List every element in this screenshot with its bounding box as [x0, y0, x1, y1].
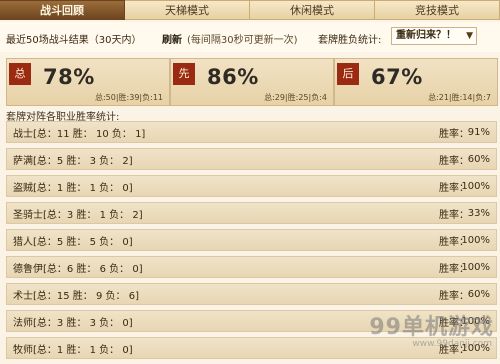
rate-value: 60%	[467, 288, 490, 300]
list-item: 术士[总：15 胜： 9 负： 6] 胜率： 60%	[6, 283, 497, 305]
class-record: 牧师[总：1 胜： 1 负： 0]	[13, 344, 133, 356]
tab-casual-mode[interactable]: 休闲模式	[250, 0, 375, 20]
class-record: 萨满[总：5 胜： 3 负： 2]	[13, 155, 133, 167]
list-item: 盗贼[总：1 胜： 1 负： 0] 胜率： 100%	[6, 175, 497, 197]
rate-label: 胜率：	[439, 290, 469, 302]
refresh-note: (每间隔30秒可更新一次)	[187, 35, 298, 46]
class-record: 德鲁伊[总：6 胜： 6 负： 0]	[13, 263, 143, 275]
rate-value: 100%	[461, 342, 490, 354]
class-record: 圣骑士[总：3 胜： 1 负： 2]	[13, 209, 143, 221]
list-item: 萨满[总：5 胜： 3 负： 2] 胜率： 60%	[6, 148, 497, 170]
class-record: 术士[总：15 胜： 9 负： 6]	[13, 290, 139, 302]
record-first: 总:29|胜:25|负:4	[264, 93, 327, 102]
rate-value: 33%	[467, 207, 490, 219]
deck-select-value: 重新归来？！	[396, 30, 456, 41]
class-record: 盗贼[总：1 胜： 1 负： 0]	[13, 182, 133, 194]
tab-battle-review[interactable]: 战斗回顾	[0, 0, 125, 20]
list-item: 战士[总：11 胜： 10 负： 1] 胜率： 91%	[6, 121, 497, 143]
win-rate-total: 78%	[43, 65, 95, 89]
filter-bar: 最近50场战斗结果（30天内） 刷新 (每间隔30秒可更新一次) 套牌胜负统计:…	[0, 22, 500, 52]
rate-label: 胜率：	[439, 128, 469, 140]
win-rate-first: 86%	[207, 65, 259, 89]
class-record: 法师[总：3 胜： 3 负： 0]	[13, 317, 133, 329]
badge-first: 先	[173, 63, 195, 85]
rate-value: 100%	[461, 180, 490, 192]
badge-second: 后	[337, 63, 359, 85]
class-record: 战士[总：11 胜： 10 负： 1]	[13, 128, 146, 140]
rate-label: 胜率：	[439, 155, 469, 167]
record-second: 总:21|胜:14|负:7	[428, 93, 491, 102]
list-item: 牧师[总：1 胜： 1 负： 0] 胜率： 100%	[6, 337, 497, 359]
rate-value: 60%	[467, 153, 490, 165]
class-winrate-list: 战士[总：11 胜： 10 负： 1] 胜率： 91% 萨满[总：5 胜： 3 …	[6, 121, 497, 364]
rate-value: 100%	[461, 261, 490, 273]
rate-label: 胜率：	[439, 209, 469, 221]
rate-value: 100%	[461, 234, 490, 246]
rate-value: 91%	[467, 126, 490, 138]
list-item: 圣骑士[总：3 胜： 1 负： 2] 胜率： 33%	[6, 202, 497, 224]
class-record: 猎人[总：5 胜： 5 负： 0]	[13, 236, 133, 248]
mode-tabs: 战斗回顾 天梯模式 休闲模式 竞技模式	[0, 0, 500, 22]
card-first: 先 86% 总:29|胜:25|负:4	[170, 58, 334, 106]
record-total: 总:50|胜:39|负:11	[94, 93, 163, 102]
deck-stat-label: 套牌胜负统计:	[318, 35, 382, 46]
list-item: 法师[总：3 胜： 3 负： 0] 胜率： 100%	[6, 310, 497, 332]
win-rate-second: 67%	[371, 65, 423, 89]
tab-arena-mode[interactable]: 竞技模式	[375, 0, 500, 20]
recent-results-label: 最近50场战斗结果（30天内）	[6, 35, 142, 46]
refresh-link[interactable]: 刷新	[162, 31, 182, 46]
tab-ladder-mode[interactable]: 天梯模式	[125, 0, 250, 20]
badge-total: 总	[9, 63, 31, 85]
card-second: 后 67% 总:21|胜:14|负:7	[334, 58, 498, 106]
rate-value: 100%	[461, 315, 490, 327]
deck-select[interactable]: 重新归来？！ ▼	[391, 27, 477, 45]
card-total: 总 78% 总:50|胜:39|负:11	[6, 58, 170, 106]
list-item: 德鲁伊[总：6 胜： 6 负： 0] 胜率： 100%	[6, 256, 497, 278]
list-item: 猎人[总：5 胜： 5 负： 0] 胜率： 100%	[6, 229, 497, 251]
summary-cards: 总 78% 总:50|胜:39|负:11 先 86% 总:29|胜:25|负:4…	[0, 58, 500, 106]
chevron-down-icon: ▼	[466, 31, 473, 41]
